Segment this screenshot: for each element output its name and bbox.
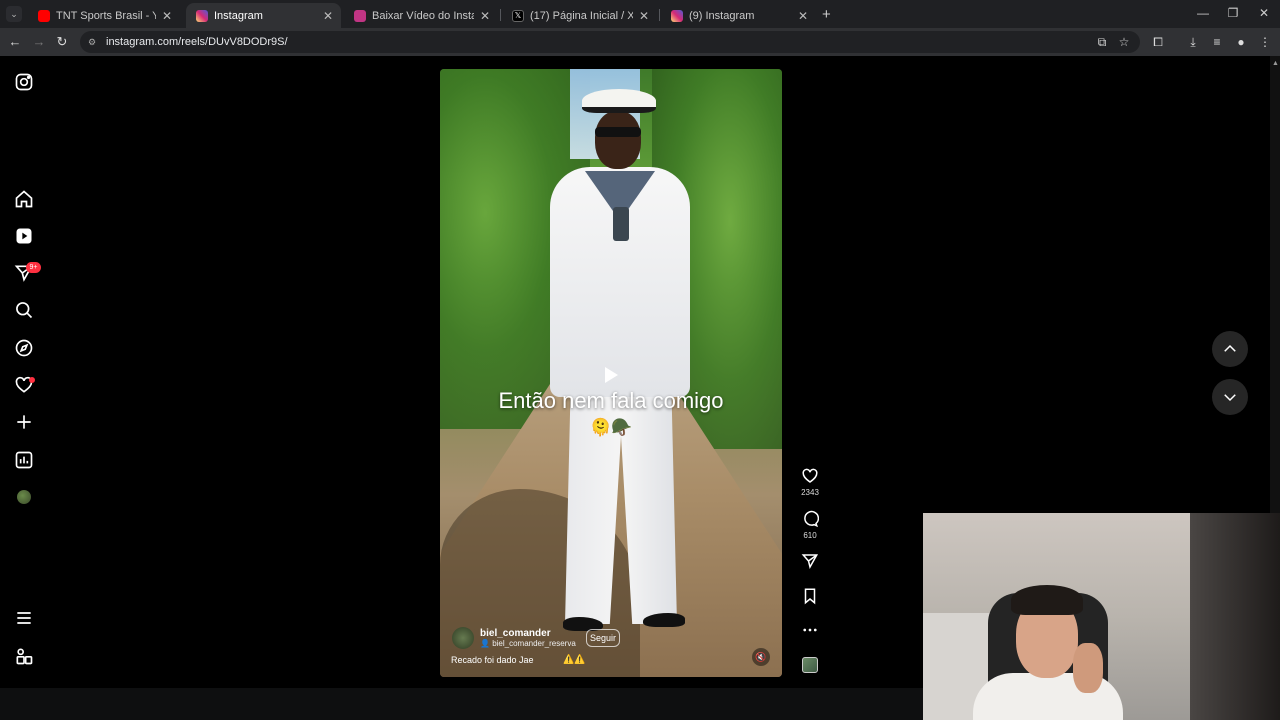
- notification-dot: [29, 377, 35, 383]
- bookmark-star-icon[interactable]: ☆: [1116, 35, 1132, 49]
- tab-separator: [659, 9, 660, 21]
- address-bar[interactable]: ⚙ instagram.com/reels/DUvV8DODr9S/: [80, 31, 1140, 53]
- instagram-logo-icon[interactable]: [14, 72, 34, 92]
- reel-description-emojis: ⚠️⚠️: [563, 654, 586, 664]
- video-overlay-text: Então nem fala comigo: [498, 388, 724, 413]
- notification-badge: 9+: [26, 262, 41, 273]
- tab-instagram[interactable]: Instagram ✕: [186, 3, 341, 28]
- author-username[interactable]: biel_comander: [480, 628, 576, 639]
- dashboard-icon[interactable]: [14, 450, 34, 470]
- downloads-icon[interactable]: ⤓: [1185, 35, 1201, 49]
- save-bookmark-icon[interactable]: [800, 587, 820, 610]
- tab-strip: ⌄ TNT Sports Brasil - YouTube ✕ Instagra…: [0, 0, 1280, 28]
- scroll-up-arrow-icon[interactable]: ▲: [1272, 60, 1279, 67]
- search-icon[interactable]: [14, 300, 34, 320]
- reload-button[interactable]: ↻: [54, 34, 70, 50]
- also-from-meta-icon[interactable]: [14, 646, 34, 666]
- more-options-icon[interactable]: [800, 621, 820, 644]
- extensions-icon[interactable]: ⧠: [1150, 35, 1166, 49]
- instagram-favicon-icon: [671, 9, 683, 22]
- menu-kebab-icon[interactable]: ⋮: [1257, 35, 1273, 49]
- mute-icon[interactable]: 🔇: [752, 648, 770, 666]
- close-icon[interactable]: ✕: [162, 9, 172, 23]
- share-icon[interactable]: [800, 552, 820, 575]
- install-app-icon[interactable]: ⧉: [1094, 35, 1110, 49]
- reel-author[interactable]: biel_comander 👤 biel_comander_reserva: [452, 627, 576, 649]
- instagram-favicon-icon: [196, 9, 208, 22]
- author-avatar[interactable]: [452, 627, 474, 649]
- more-menu-icon[interactable]: [14, 608, 34, 628]
- close-icon[interactable]: ✕: [639, 9, 649, 23]
- explore-icon[interactable]: [14, 338, 34, 358]
- comments-count[interactable]: 610: [790, 531, 830, 540]
- create-plus-icon[interactable]: [14, 412, 34, 432]
- instagram-sidebar: 9+: [0, 56, 50, 688]
- profile-icon[interactable]: ●: [1233, 35, 1249, 49]
- close-icon[interactable]: ✕: [798, 9, 808, 23]
- next-reel-button[interactable]: [1212, 379, 1248, 415]
- tab-separator: [500, 9, 501, 21]
- tab-instagram-2[interactable]: (9) Instagram ✕: [661, 3, 816, 28]
- restore-button[interactable]: ❐: [1223, 6, 1243, 20]
- tab-youtube[interactable]: TNT Sports Brasil - YouTube ✕: [28, 3, 180, 28]
- tab-baixar-video[interactable]: Baixar Vídeo do Instagram - Sn ✕: [344, 3, 498, 28]
- minimize-button[interactable]: —: [1193, 6, 1213, 20]
- webcam-overlay: [923, 513, 1280, 720]
- comment-icon[interactable]: [800, 510, 820, 533]
- forward-button[interactable]: →: [31, 34, 47, 49]
- youtube-favicon-icon: [38, 9, 50, 22]
- follow-button[interactable]: Seguir: [586, 629, 620, 647]
- profile-avatar[interactable]: [17, 490, 31, 504]
- reels-icon[interactable]: [14, 226, 34, 246]
- tab-x[interactable]: 𝕏 (17) Página Inicial / X ✕: [502, 3, 657, 28]
- author-audio[interactable]: 👤 biel_comander_reserva: [480, 639, 576, 648]
- new-tab-button[interactable]: +: [822, 6, 831, 23]
- audio-thumbnail[interactable]: [802, 657, 818, 673]
- play-icon[interactable]: [595, 360, 625, 390]
- browser-toolbar: ← → ↻ ⚙ instagram.com/reels/DUvV8DODr9S/…: [0, 28, 1280, 56]
- media-controls-icon[interactable]: ≡: [1209, 35, 1225, 49]
- likes-count[interactable]: 2343: [790, 488, 830, 497]
- close-icon[interactable]: ✕: [480, 9, 490, 23]
- site-info-icon[interactable]: ⚙: [88, 37, 100, 47]
- close-icon[interactable]: ✕: [323, 9, 333, 23]
- back-button[interactable]: ←: [7, 34, 23, 49]
- previous-reel-button[interactable]: [1212, 331, 1248, 367]
- x-favicon-icon: 𝕏: [512, 9, 524, 22]
- url-text: instagram.com/reels/DUvV8DODr9S/: [106, 36, 288, 48]
- like-icon[interactable]: [800, 467, 820, 490]
- video-overlay-emojis: 🫠🪖: [590, 418, 633, 437]
- download-site-favicon-icon: [354, 9, 366, 22]
- reel-description[interactable]: Recado foi dado Jae: [451, 655, 534, 665]
- close-window-button[interactable]: ✕: [1254, 6, 1274, 20]
- home-icon[interactable]: [14, 189, 34, 209]
- tab-search-button[interactable]: ⌄: [6, 6, 22, 22]
